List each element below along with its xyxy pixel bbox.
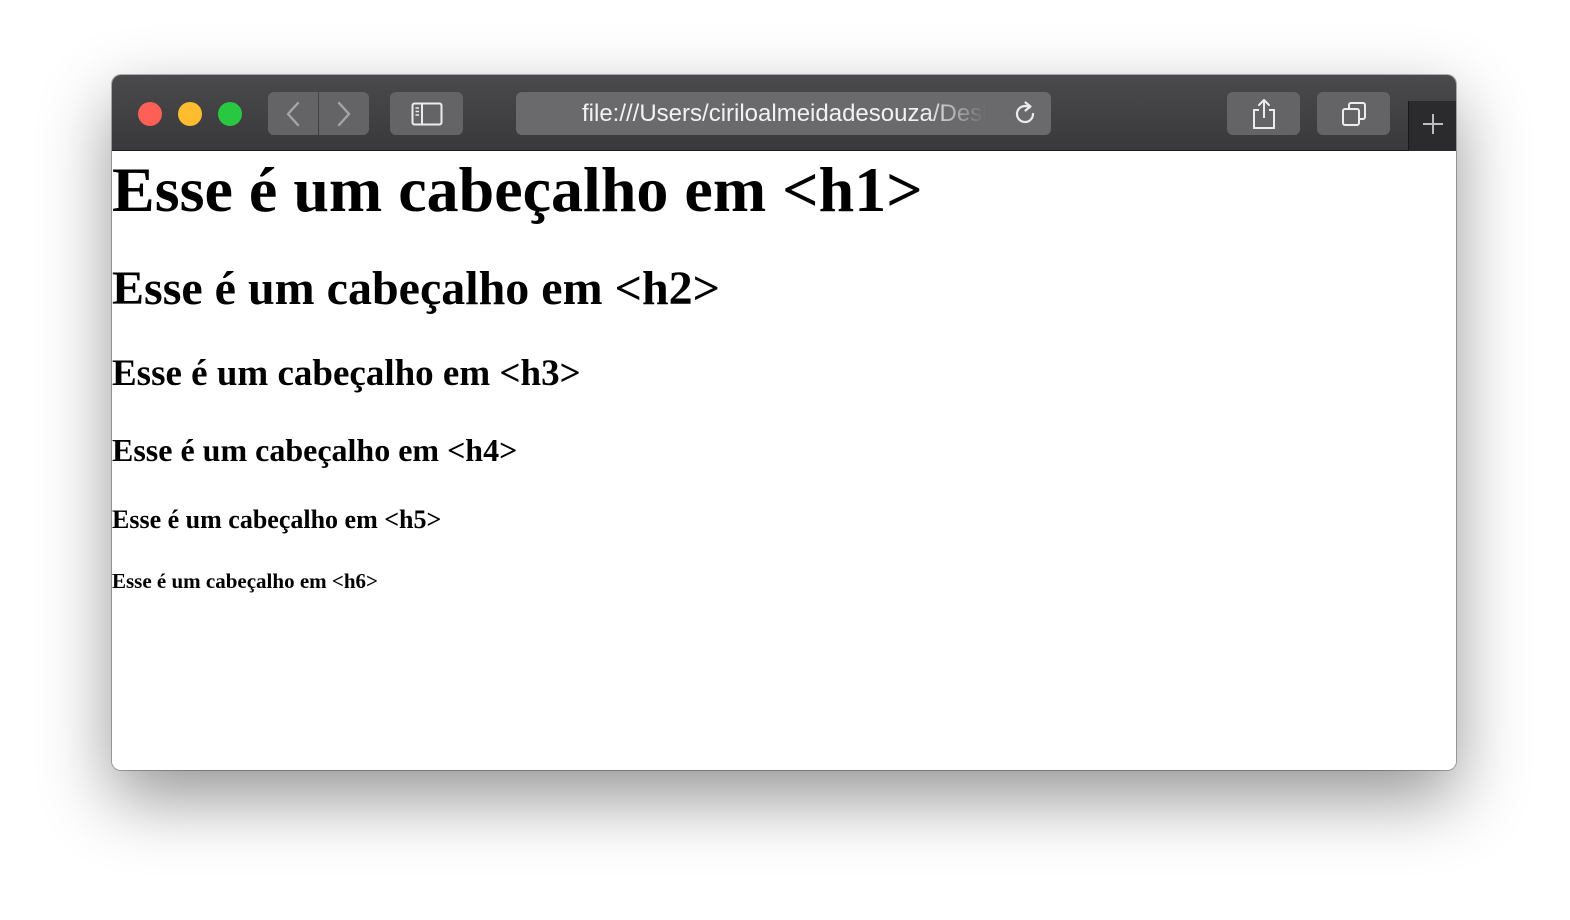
address-bar[interactable]: file:///Users/ciriloalmeidadesouza/Deskt… [516, 92, 1051, 135]
reload-icon[interactable] [1011, 100, 1039, 128]
share-icon [1251, 98, 1277, 130]
heading-h2: Esse é um cabeçalho em <h2> [112, 262, 720, 315]
tabs-overview-icon [1341, 101, 1367, 127]
heading-h6: Esse é um cabeçalho em <h6> [112, 569, 378, 593]
page-content: Esse é um cabeçalho em <h1> Esse é um ca… [112, 151, 1456, 770]
chevron-right-icon [336, 101, 352, 127]
heading-h1: Esse é um cabeçalho em <h1> [112, 154, 923, 225]
back-button[interactable] [268, 92, 318, 135]
tabs-overview-button[interactable] [1317, 92, 1390, 135]
forward-button[interactable] [319, 92, 369, 135]
plus-icon [1421, 112, 1445, 141]
new-tab-button[interactable] [1408, 101, 1456, 151]
share-button[interactable] [1227, 92, 1300, 135]
chevron-left-icon [285, 101, 301, 127]
browser-toolbar: file:///Users/ciriloalmeidadesouza/Deskt… [112, 75, 1456, 151]
heading-h3: Esse é um cabeçalho em <h3> [112, 353, 581, 394]
browser-window: file:///Users/ciriloalmeidadesouza/Deskt… [112, 75, 1456, 770]
sidebar-toggle-button[interactable] [390, 92, 463, 135]
close-window-button[interactable] [138, 102, 162, 126]
heading-h5: Esse é um cabeçalho em <h5> [112, 505, 442, 534]
sidebar-icon [411, 102, 443, 126]
zoom-window-button[interactable] [218, 102, 242, 126]
minimize-window-button[interactable] [178, 102, 202, 126]
address-url[interactable]: file:///Users/ciriloalmeidadesouza/Deskt… [582, 92, 986, 135]
heading-h4: Esse é um cabeçalho em <h4> [112, 432, 518, 468]
